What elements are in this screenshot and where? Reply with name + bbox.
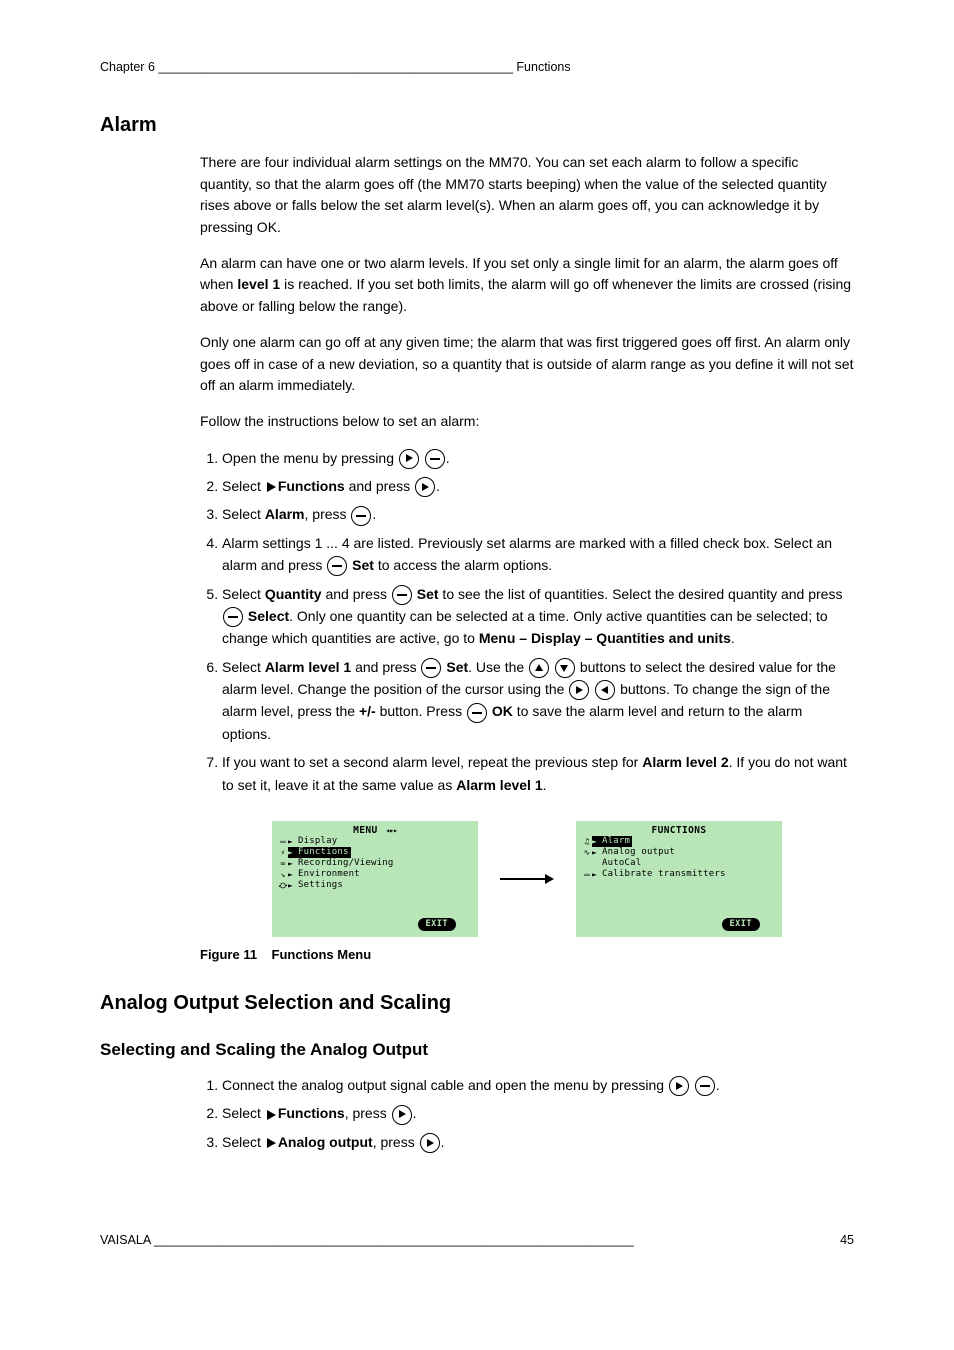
alarm-step-4: Alarm settings 1 ... 4 are listed. Previ…: [222, 532, 854, 577]
right-arrow-icon: [669, 1076, 689, 1096]
analog-step-1: Connect the analog output signal cable a…: [222, 1074, 854, 1096]
alarm-p4: Follow the instructions below to set an …: [200, 411, 854, 433]
analog-step-2: Select Functions, press .: [222, 1102, 854, 1124]
analog-step-3: Select Analog output, press .: [222, 1131, 854, 1153]
down-arrow-icon: [555, 658, 575, 678]
play-triangle-icon: [267, 1110, 276, 1120]
lcd-exit-button: EXIT: [722, 918, 760, 931]
alarm-step-5: Select Quantity and press Set to see the…: [222, 583, 854, 650]
lcd-menu-screen: MENU ◂▸▸ ▭►Display ⚡►Functions ∞►Recordi…: [272, 821, 478, 937]
page-number: 45: [840, 1233, 854, 1247]
alarm-p2: An alarm can have one or two alarm level…: [200, 253, 854, 318]
right-arrow-icon: [399, 449, 419, 469]
minus-icon: [351, 506, 371, 526]
analog-steps: Connect the analog output signal cable a…: [200, 1074, 854, 1153]
minus-icon: [421, 658, 441, 678]
minus-icon: [327, 556, 347, 576]
play-triangle-icon: [267, 482, 276, 492]
alarm-step-6: Select Alarm level 1 and press Set. Use …: [222, 656, 854, 746]
section-analog-title: Analog Output Selection and Scaling: [100, 992, 854, 1015]
alarm-intro: There are four individual alarm settings…: [200, 152, 854, 239]
page-header: Chapter 6 ______________________________…: [100, 60, 854, 74]
alarm-step-2: Select Functions and press .: [222, 475, 854, 497]
minus-icon: [392, 585, 412, 605]
play-triangle-icon: [267, 1138, 276, 1148]
minus-icon: [223, 607, 243, 627]
right-arrow-icon: [415, 477, 435, 497]
right-arrow-icon: [392, 1105, 412, 1125]
lcd-functions-screen: FUNCTIONS ♫►Alarm ∿►Analog output AutoCa…: [576, 821, 782, 937]
right-arrow-icon: [420, 1133, 440, 1153]
section-alarm-title: Alarm: [100, 114, 854, 137]
footer-left: VAISALA ________________________________…: [100, 1233, 634, 1247]
figure-caption: Figure 11 Functions Menu: [200, 947, 854, 962]
page-footer: VAISALA ________________________________…: [100, 1233, 854, 1247]
left-arrow-icon: [595, 680, 615, 700]
minus-icon: [467, 703, 487, 723]
alarm-p3: Only one alarm can go off at any given t…: [200, 332, 854, 397]
alarm-steps: Open the menu by pressing . Select Funct…: [200, 447, 854, 796]
lcd-figure: MENU ◂▸▸ ▭►Display ⚡►Functions ∞►Recordi…: [200, 821, 854, 937]
minus-icon: [425, 449, 445, 469]
minus-icon: [695, 1076, 715, 1096]
alarm-step-3: Select Alarm, press .: [222, 503, 854, 525]
right-arrow-icon: [569, 680, 589, 700]
alarm-step-1: Open the menu by pressing .: [222, 447, 854, 469]
alarm-step-7: If you want to set a second alarm level,…: [222, 751, 854, 796]
subheading-selecting-scaling: Selecting and Scaling the Analog Output: [100, 1040, 854, 1060]
up-arrow-icon: [529, 658, 549, 678]
header-left: Chapter 6 ______________________________…: [100, 60, 571, 74]
lcd-exit-button: EXIT: [418, 918, 456, 931]
